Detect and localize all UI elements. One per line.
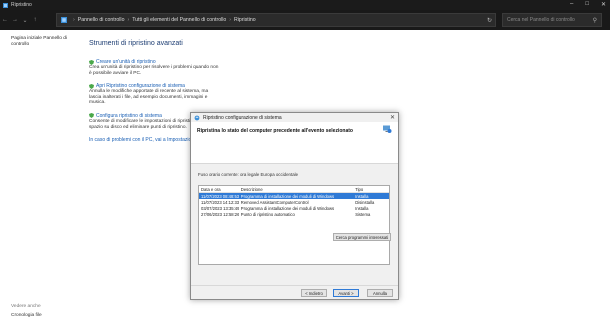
shield-icon [89,113,94,119]
tool-create-recovery-drive: Creare un'unità di ripristino Crea un'un… [89,59,219,76]
tool-open-system-restore: Apri Ripristino configurazione di sistem… [89,83,219,106]
row-type: Installa [355,193,369,199]
search-icon[interactable]: ⚲ [593,17,597,24]
maximize-icon[interactable]: □ [585,1,589,8]
dialog-body: Fuso orario corrente: ora legale Europa … [191,164,398,269]
close-icon[interactable]: ✕ [601,1,606,8]
search-box[interactable]: Cerca nel Pannello di controllo ⚲ [502,13,602,27]
title-bar: Ripristino – □ ✕ [0,0,610,10]
row-date: 27/06/2023 12:58:26 [201,211,239,217]
dialog-footer: < Indietro Avanti > Annulla [191,285,398,299]
breadcrumb-item-control-panel[interactable]: Pannello di controllo [78,17,125,23]
dialog-header: Ripristina lo stato del computer precede… [191,122,398,164]
row-type: Sistema [355,211,371,217]
window-title: Ripristino [11,2,32,8]
minimize-icon[interactable]: – [570,1,573,8]
row-date: 03/07/2023 13:35:49 [201,205,239,211]
system-restore-icon [194,115,200,120]
scan-affected-programs-button[interactable]: Cerca programmi interessati [333,233,391,241]
control-panel-home-link[interactable]: Pagina iniziale Pannello di controllo [11,36,67,47]
content-area: Pagina iniziale Pannello di controllo Ve… [0,30,610,326]
shield-icon [89,83,94,89]
forward-arrow-icon[interactable]: → [10,17,20,23]
up-arrow-icon[interactable]: ↑ [30,17,40,23]
refresh-icon[interactable]: ↻ [487,17,492,24]
row-description: Programma di installazione dei moduli di… [240,205,335,211]
breadcrumb-separator-icon: › [127,17,130,23]
back-button[interactable]: < Indietro [301,289,327,297]
row-description: Punto di ripristino automatico [240,211,295,217]
dialog-close-icon[interactable]: ✕ [390,114,395,121]
row-date: 11/07/2023 08:48:53 [201,193,239,199]
file-history-link[interactable]: Cronologia file [11,311,42,320]
address-bar[interactable]: › Pannello di controllo › Tutti gli elem… [56,13,496,27]
dialog-title: Ripristino configurazione di sistema [203,114,282,121]
column-header-type[interactable]: Tipo [353,187,389,192]
restore-points-table[interactable]: Data e ora Descrizione Tipo 11/07/2023 0… [198,185,390,265]
back-arrow-icon[interactable]: ← [0,17,10,23]
shield-icon [89,59,94,65]
table-header: Data e ora Descrizione Tipo [199,186,389,193]
left-nav: Pagina iniziale Pannello di controllo [11,36,73,48]
row-date: 11/07/2023 14:12:33 [201,199,239,205]
page-title: Strumenti di ripristino avanzati [89,40,183,47]
row-type: Installa [355,205,369,211]
table-row-selected[interactable]: 11/07/2023 08:48:53 Programma di install… [199,193,389,199]
see-also-label: Vedere anche [11,304,41,309]
address-control-panel-icon [61,17,67,23]
column-header-date[interactable]: Data e ora [199,187,239,192]
navigation-bar: ← → ⌄ ↑ › Pannello di controllo › Tutti … [0,10,610,30]
breadcrumb-item-all-items[interactable]: Tutti gli elementi del Pannello di contr… [132,17,226,23]
breadcrumb-item-recovery[interactable]: Ripristino [234,17,256,23]
table-row[interactable]: 27/06/2023 12:58:26 Punto di ripristino … [199,211,389,217]
dialog-title-bar: Ripristino configurazione di sistema ✕ [191,113,398,122]
see-also-section: Vedere anche Cronologia file [11,302,42,320]
cancel-button[interactable]: Annulla [367,289,393,297]
row-type: Disinstalla [355,199,375,205]
timezone-label: Fuso orario corrente: ora legale Europa … [198,172,299,177]
row-description: Removed AssistantComputerControl [240,199,309,205]
dialog-heading: Ripristina lo stato del computer precede… [197,128,353,134]
breadcrumb-separator-icon: › [73,17,75,23]
column-header-description[interactable]: Descrizione [239,187,353,192]
table-row[interactable]: 11/07/2023 14:12:33 Removed AssistantCom… [199,199,389,205]
recent-chevron-icon[interactable]: ⌄ [20,17,30,24]
row-description: Programma di installazione dei moduli di… [240,193,335,199]
restore-computer-icon [383,125,392,133]
search-placeholder: Cerca nel Pannello di controllo [507,17,575,23]
tool-description: Annulla le modifiche apportate di recent… [89,89,209,106]
breadcrumb-separator-icon: › [229,17,232,23]
system-restore-dialog: Ripristino configurazione di sistema ✕ R… [190,112,399,300]
next-button[interactable]: Avanti > [333,289,359,297]
table-row[interactable]: 03/07/2023 13:35:49 Programma di install… [199,205,389,211]
control-panel-icon [3,2,8,8]
tool-description: Crea un'unità di ripristino per risolver… [89,65,219,76]
